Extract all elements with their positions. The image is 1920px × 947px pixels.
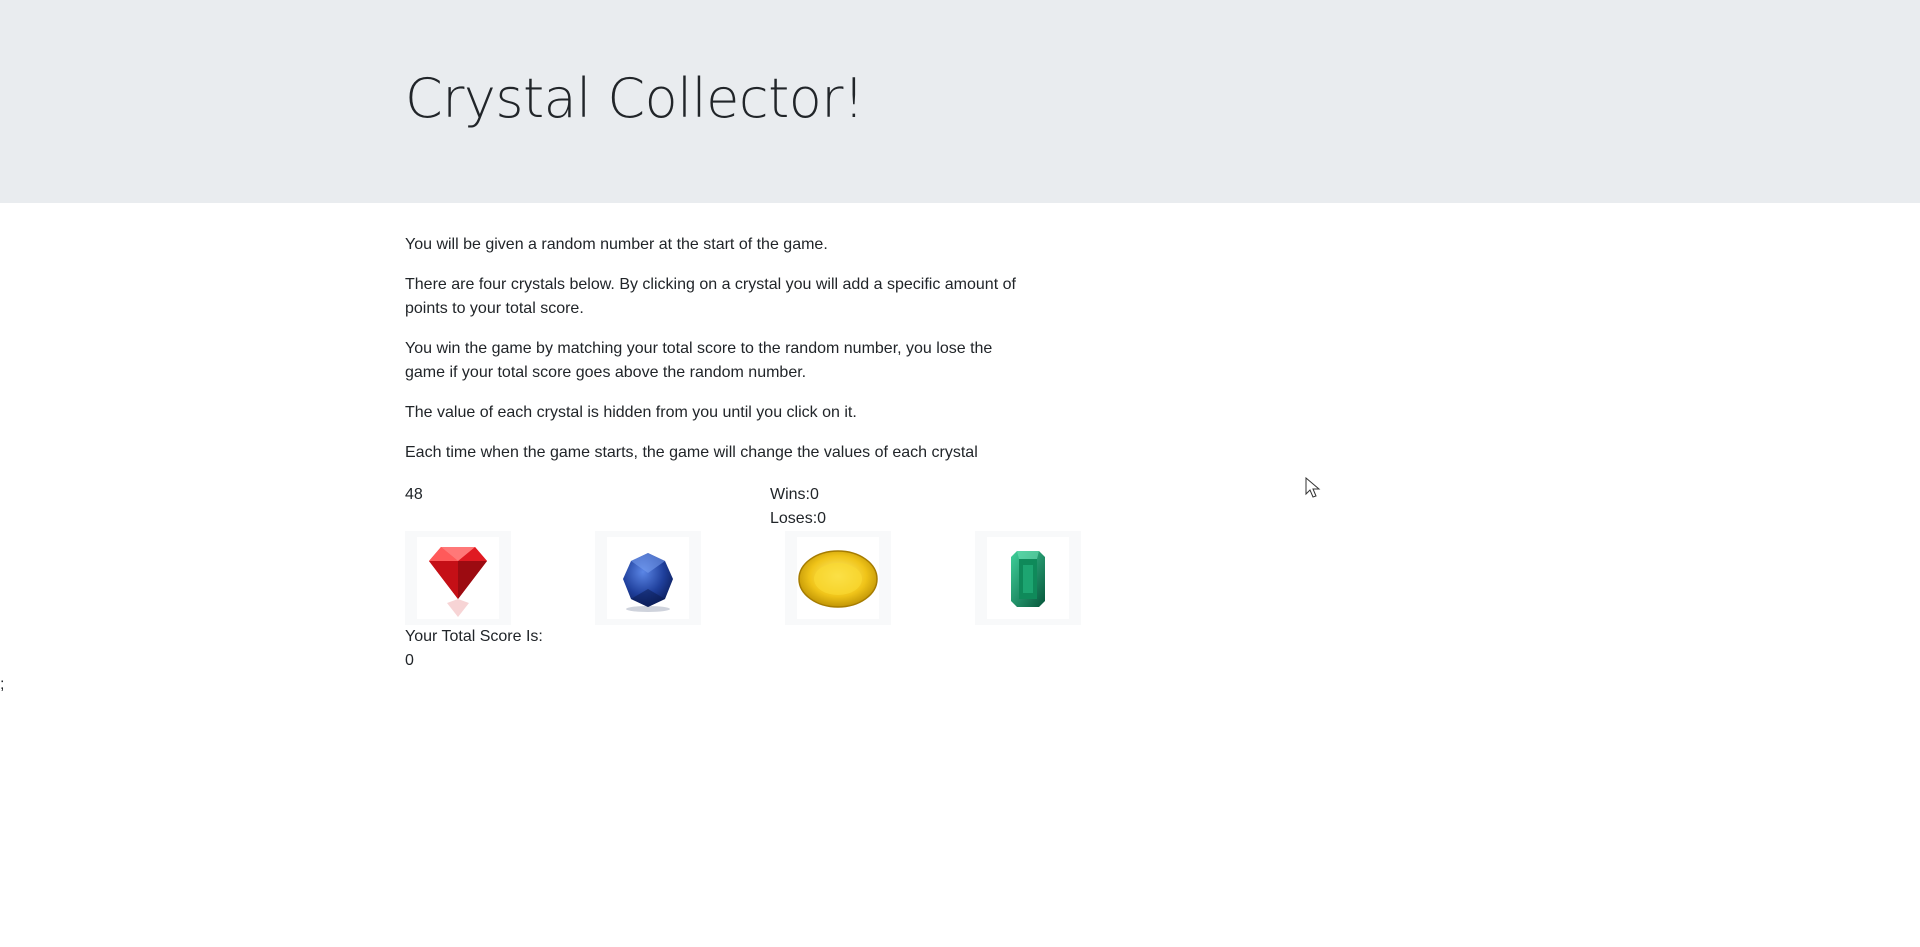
ruby-crystal-icon [429,547,487,617]
stray-text: ; [0,676,5,693]
crystal-button-sapphire[interactable] [595,531,701,625]
emerald-crystal-icon [1011,551,1045,607]
win-loss-stats: Wins:0 Loses:0 [770,483,826,531]
crystal-image-frame [797,537,879,619]
crystal-image-frame [607,537,689,619]
instruction-paragraph: You will be given a random number at the… [405,236,828,253]
crystal-image-frame [987,537,1069,619]
loses-label: Loses: [770,510,818,527]
crystal-button-topaz[interactable] [785,531,891,625]
total-score-value: 0 [405,652,414,669]
crystal-button-emerald[interactable] [975,531,1081,625]
crystal-button-ruby[interactable] [405,531,511,625]
mouse-cursor-icon [1305,477,1321,498]
instructions: You will be given a random number at the… [405,233,1025,481]
wins-counter: Wins:0 [770,483,826,507]
instruction-paragraph: Each time when the game starts, the game… [405,444,978,461]
crystal-row [405,531,1085,625]
header-jumbotron: Crystal Collector! [0,0,1920,203]
page-title: Crystal Collector! [405,67,865,130]
loses-value: 0 [817,510,827,527]
topaz-crystal-icon [798,550,878,608]
instruction-paragraph: There are four crystals below. By clicki… [405,276,1016,317]
loses-counter: Loses:0 [770,507,826,531]
total-score-label: Your Total Score Is: [405,628,543,645]
wins-label: Wins: [770,486,810,503]
instruction-paragraph: The value of each crystal is hidden from… [405,404,857,421]
random-target-number: 48 [405,486,423,503]
crystal-image-frame [417,537,499,619]
wins-value: 0 [810,486,819,503]
instruction-paragraph: You win the game by matching your total … [405,340,993,381]
sapphire-crystal-icon [623,553,673,612]
